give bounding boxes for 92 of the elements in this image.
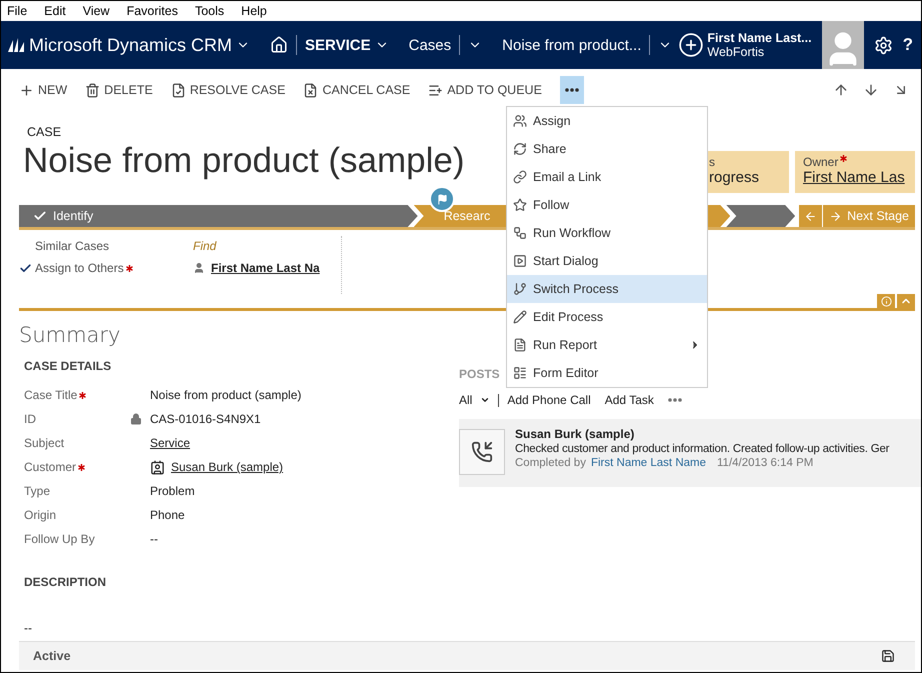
- header-field-label: s: [709, 155, 715, 169]
- field-label: Origin: [24, 508, 56, 522]
- command-button[interactable]: DELETE: [85, 76, 159, 104]
- trash-icon: [85, 82, 100, 98]
- report-icon: [513, 338, 527, 352]
- customer-link[interactable]: Susan Burk (sample): [150, 460, 284, 474]
- header-field-label: Owner: [803, 155, 838, 169]
- step-label: Similar Cases: [35, 239, 110, 253]
- completed-by-label: Completed by: [515, 457, 586, 469]
- record-title: Noise from product (sample): [23, 141, 465, 181]
- menu-item[interactable]: Favorites: [126, 4, 178, 18]
- field-label: Type: [24, 484, 50, 498]
- step-action-link[interactable]: Find: [193, 239, 216, 253]
- field-value: Noise from product (sample): [150, 388, 302, 402]
- field-value: CAS-01016-S4N9X1: [150, 412, 261, 426]
- document-x-icon: [303, 82, 318, 98]
- activity-timestamp: 11/4/2013 6:14 PM: [717, 457, 814, 469]
- post-action-link[interactable]: Add Phone Call: [507, 393, 597, 407]
- field-value: --: [150, 532, 158, 546]
- document-check-icon: [170, 82, 186, 98]
- command-button[interactable]: ADD TO QUEUE: [428, 76, 548, 104]
- logo-icon: [7, 37, 25, 53]
- down-arrow-icon[interactable]: [863, 82, 879, 98]
- menu-item[interactable]: Edit: [44, 4, 66, 18]
- record-link[interactable]: Noise from product...: [502, 36, 642, 54]
- left-arrow-icon: [804, 210, 818, 222]
- user-link[interactable]: First Name Last Name: [590, 457, 706, 469]
- section-title: Summary: [19, 323, 122, 347]
- organization-name: WebFortis: [707, 45, 766, 59]
- branch-icon: [513, 282, 527, 296]
- field-label: Case Title: [24, 388, 78, 402]
- record-status: Active: [33, 649, 71, 663]
- header-field-value: rogress: [709, 169, 760, 186]
- app-title-menu[interactable]: Microsoft Dynamics CRM: [29, 34, 250, 56]
- link-icon: [513, 170, 527, 184]
- form-icon: [513, 366, 527, 380]
- command-button[interactable]: CANCEL CASE: [303, 76, 416, 104]
- process-stage[interactable]: [726, 205, 796, 227]
- people-icon: [513, 114, 527, 128]
- menu-item[interactable]: Help: [241, 4, 267, 18]
- field-value: Problem: [150, 484, 195, 498]
- right-arrow-icon: [829, 210, 842, 222]
- active-stage-flag-icon: [429, 186, 455, 212]
- step-label: Assign to Others: [35, 261, 124, 275]
- activity-title: Susan Burk (sample): [515, 427, 636, 441]
- command-button[interactable]: NEW: [19, 76, 74, 104]
- pencil-icon: [513, 310, 527, 324]
- caret-icon: [480, 395, 490, 405]
- phone-icon: [471, 441, 493, 463]
- area-menu[interactable]: SERVICE: [305, 36, 389, 54]
- post-action-link[interactable]: Add Task: [604, 393, 660, 407]
- field-label: ID: [24, 412, 36, 426]
- field-label: Customer: [24, 460, 76, 474]
- header-field-link[interactable]: First Name Las: [803, 169, 907, 186]
- entity-label: CASE: [26, 125, 62, 139]
- description-text: --: [23, 621, 33, 635]
- more-icon: [564, 88, 579, 92]
- play-icon: [513, 254, 527, 268]
- subject-link[interactable]: Service: [150, 436, 190, 450]
- save-icon[interactable]: [881, 649, 895, 663]
- entity-link[interactable]: Cases: [408, 36, 452, 54]
- document-add-icon: [428, 82, 444, 98]
- process-stage[interactable]: Identify: [19, 205, 418, 227]
- info-icon: [880, 296, 892, 306]
- field-label: Subject: [24, 436, 64, 450]
- command-button[interactable]: RESOLVE CASE: [170, 76, 292, 104]
- create-icon[interactable]: [678, 32, 704, 58]
- user-name: First Name Last...: [707, 31, 812, 45]
- home-icon[interactable]: [270, 36, 288, 54]
- share-icon: [513, 142, 527, 156]
- section-heading: CASE DETAILS: [24, 359, 112, 373]
- field-value: Phone: [150, 508, 185, 522]
- field-label: Follow Up By: [24, 532, 95, 546]
- menu-item[interactable]: Switch Process: [507, 275, 707, 303]
- menu-item[interactable]: View: [82, 4, 110, 18]
- lookup-link[interactable]: First Name Last Na: [193, 261, 320, 275]
- posts-heading: POSTS: [459, 367, 500, 381]
- filter-dropdown[interactable]: All: [459, 393, 490, 407]
- star-icon: [513, 198, 527, 212]
- person-icon: [193, 262, 205, 274]
- workflow-icon: [513, 226, 527, 240]
- contact-card-icon: [150, 460, 165, 474]
- plus-icon: [19, 82, 34, 98]
- section-heading: DESCRIPTION: [24, 575, 108, 589]
- menu-item[interactable]: File: [7, 4, 28, 18]
- menu-item[interactable]: Tools: [194, 4, 224, 18]
- activity-description: Checked customer and product information. Created follow-up activities. Ger: [515, 443, 890, 455]
- more-button[interactable]: [560, 76, 584, 104]
- more-icon[interactable]: [668, 398, 682, 402]
- up-arrow-icon[interactable]: [833, 82, 849, 98]
- help-button[interactable]: ?: [892, 35, 921, 55]
- settings-icon[interactable]: [874, 36, 893, 54]
